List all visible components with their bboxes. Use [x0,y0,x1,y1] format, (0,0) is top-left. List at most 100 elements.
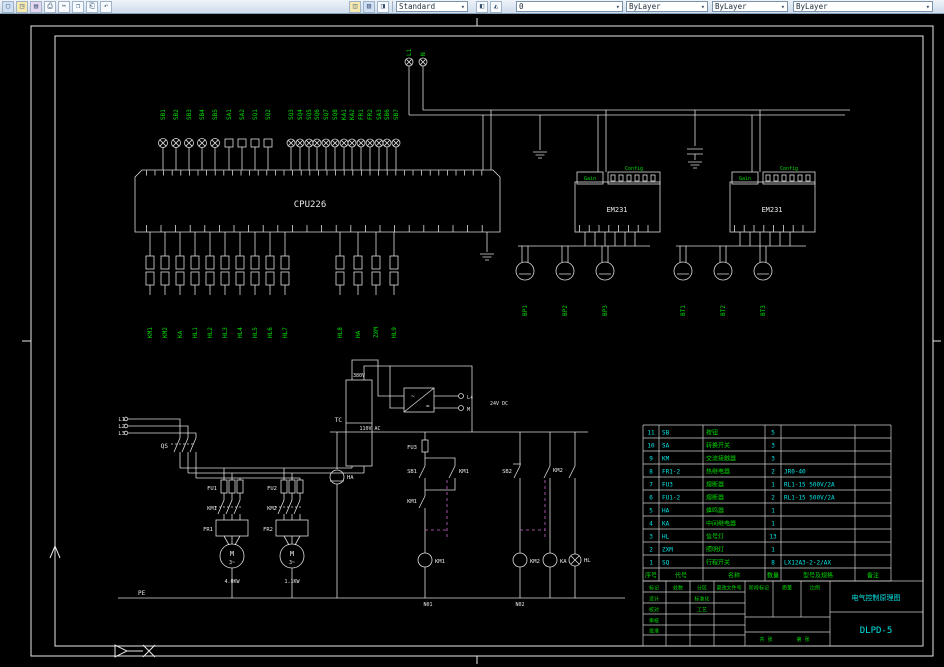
layer-manager-icon[interactable]: ◫ [349,0,361,13]
paste-icon[interactable]: ⎗ [86,0,98,13]
wire-label: SB5 [212,109,219,120]
terminal-label: L+ [467,395,473,401]
bom-cell: 熔断器 [706,494,724,502]
bom-cell: 1 [771,508,775,515]
em1-config-label: Config [625,166,643,172]
wire-label: HL2 [207,327,214,338]
bom-cell: 1 [771,482,775,489]
bom-cell: 5 [771,430,775,437]
toolbar: ▢ ◳ ▤ ⎙ ✂ ❐ ⎗ ↶ ◫ ▥ ◨ Standard ▾ ◧ ◭ 0 ▾… [0,0,944,14]
wire-label: SQ1 [252,109,259,120]
chevron-down-icon: ▾ [700,2,705,11]
wire-label: L3 [118,431,125,437]
bom-cell: FR1-2 [662,469,680,476]
wire-label: L2 [118,424,125,430]
text-style-combo[interactable]: Standard ▾ [396,1,468,12]
bom-cell: 按钮 [706,429,718,437]
bom-header: 数量 [767,572,779,580]
cut-icon[interactable]: ✂ [58,0,70,13]
lineweight-combo[interactable]: ByLayer ▾ [793,1,933,12]
motor-symbol-label: M [230,550,234,558]
tb-label: 处数 [673,585,683,592]
open-icon[interactable]: ◳ [16,0,28,13]
device-label: KM2 [267,506,277,512]
bom-header: 序号 [645,572,657,580]
bom-cell: KA [662,521,670,528]
bom-cell: 蜂鸣器 [706,507,724,515]
device-label: FU1 [207,486,217,492]
bom-cell: SQ [662,560,670,567]
wire-label: KA1 [341,109,348,120]
em2-config-label: Config [780,166,798,172]
device-label: HA [347,475,354,481]
wire-label: BP3 [602,305,609,316]
coil-label: KA [560,559,567,565]
lamp-label: HL [584,558,591,564]
voltage-label: 24V DC [490,401,508,407]
linetype-value: ByLayer [715,2,747,11]
wire-number: N01 [423,602,432,608]
tb-label: 阶段标记 [749,585,769,592]
device-label: KM1 [459,469,469,475]
chevron-down-icon: ▾ [460,2,465,11]
wire-number: N02 [515,602,524,608]
bom-cell: LX12A3-2-2/AX [784,560,831,567]
bom-cell: 1 [649,560,653,567]
tb-label: 第 张 [796,636,809,643]
wire-label: FR1 [358,109,365,120]
bom-cell: 8 [771,560,775,567]
bom-cell: 3 [771,443,775,450]
bom-cell: SA [662,443,670,450]
color-combo[interactable]: ByLayer ▾ [626,1,708,12]
device-label: QS [161,443,169,450]
wire-label: FR2 [367,109,374,120]
device-label: KM1 [207,506,217,512]
wire-label: SB6 [384,109,391,120]
device-label: FU3 [407,445,417,451]
device-label: SB2 [502,469,512,475]
lineweight-value: ByLayer [796,2,828,11]
coil-label: KM1 [435,559,445,565]
make-current-icon[interactable]: ◧ [476,0,488,13]
new-icon[interactable]: ▢ [2,0,14,13]
motor-rating: 4.0KW [224,579,240,585]
wire-label: SB1 [160,109,167,120]
coil-label: KM2 [530,559,540,565]
linetype-combo[interactable]: ByLayer ▾ [712,1,788,12]
color-picker-icon[interactable]: ◨ [377,0,389,13]
motor-phase-label: 3~ [229,560,235,566]
copy-icon[interactable]: ❐ [72,0,84,13]
layer-states-icon[interactable]: ▥ [363,0,375,13]
bom-cell: FU1-2 [662,495,680,502]
layer-previous-icon[interactable]: ◭ [490,0,502,13]
wire-label: SQ3 [288,109,295,120]
save-icon[interactable]: ▤ [30,0,42,13]
bom-cell: 6 [649,495,653,502]
drawing-canvas[interactable]: CPU226 EM231 EM231 Gain Config Gain Conf… [0,0,944,667]
bom-cell: 信号灯 [706,533,724,541]
wire-label: SQ7 [323,109,330,120]
chevron-down-icon: ▾ [615,2,620,11]
bom-header: 备注 [867,572,879,580]
print-icon[interactable]: ⎙ [44,0,56,13]
device-label: FR2 [263,527,273,533]
bom-cell: 5 [649,508,653,515]
wire-label: L1 [118,417,125,423]
dc-symbol: = [426,403,430,410]
tb-label: 分区 [697,585,707,592]
tb-label: 设计 [649,596,659,603]
wire-label: SQ4 [297,109,304,120]
chevron-down-icon: ▾ [780,2,785,11]
wire-label: SB2 [173,109,180,120]
bom-cell: RL1-15 500V/2A [784,495,835,502]
wire-label: HL6 [267,327,274,338]
wire-label: KM2 [162,327,169,338]
bom-cell: 11 [647,430,655,437]
tb-label: 校对 [649,607,659,614]
layer-combo[interactable]: 0 ▾ [516,1,623,12]
bom-cell: ZXM [662,547,673,554]
bom-cell: 2 [649,547,653,554]
tb-label: 标记 [649,585,659,592]
undo-icon[interactable]: ↶ [100,0,112,13]
bom-cell: 熔断器 [706,481,724,489]
